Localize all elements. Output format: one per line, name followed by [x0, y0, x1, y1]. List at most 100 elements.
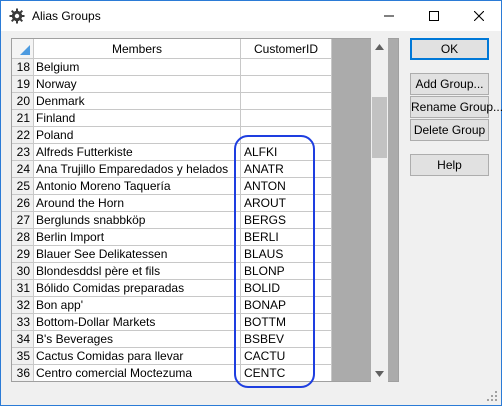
member-cell[interactable]: Alfreds Futterkiste	[34, 144, 241, 161]
table-row[interactable]: 25 Antonio Moreno Taquería ANTON	[12, 178, 332, 195]
table-row[interactable]: 18 Belgium	[12, 59, 332, 76]
scroll-down-button[interactable]	[371, 365, 388, 382]
row-number[interactable]: 26	[12, 195, 34, 212]
table-row[interactable]: 31 Bólido Comidas preparadas BOLID	[12, 280, 332, 297]
table-row[interactable]: 35 Cactus Comidas para llevar CACTU	[12, 348, 332, 365]
grid-rows: 18 Belgium 19 Norway 20 Denmark 21 Finland 22 Pol…	[12, 59, 332, 381]
row-number[interactable]: 22	[12, 127, 34, 144]
row-number[interactable]: 21	[12, 110, 34, 127]
customerid-cell[interactable]: BOLID	[241, 280, 332, 297]
member-cell[interactable]: Berglunds snabbköp	[34, 212, 241, 229]
customerid-cell[interactable]	[241, 93, 332, 110]
row-number[interactable]: 31	[12, 280, 34, 297]
member-cell[interactable]: Ana Trujillo Emparedados y helados	[34, 161, 241, 178]
member-cell[interactable]: Finland	[34, 110, 241, 127]
table-row[interactable]: 34 B's Beverages BSBEV	[12, 331, 332, 348]
table-row[interactable]: 29 Blauer See Delikatessen BLAUS	[12, 246, 332, 263]
row-number[interactable]: 35	[12, 348, 34, 365]
member-cell[interactable]: Blauer See Delikatessen	[34, 246, 241, 263]
member-cell[interactable]: Bottom-Dollar Markets	[34, 314, 241, 331]
table-row[interactable]: 28 Berlin Import BERLI	[12, 229, 332, 246]
member-cell[interactable]: B's Beverages	[34, 331, 241, 348]
table-row[interactable]: 33 Bottom-Dollar Markets BOTTM	[12, 314, 332, 331]
customerid-cell[interactable]: AROUT	[241, 195, 332, 212]
customerid-cell[interactable]: CENTC	[241, 365, 332, 381]
resize-grip-icon[interactable]	[486, 390, 498, 402]
table-row[interactable]: 20 Denmark	[12, 93, 332, 110]
column-header-members[interactable]: Members	[34, 39, 241, 59]
table-row[interactable]: 26 Around the Horn AROUT	[12, 195, 332, 212]
member-cell[interactable]: Blondesddsl père et fils	[34, 263, 241, 280]
delete-group-button[interactable]: Delete Group	[410, 119, 489, 141]
row-number[interactable]: 18	[12, 59, 34, 76]
alias-groups-dialog: Alias Groups Members CustomerID 18 Belgiu…	[0, 0, 502, 406]
add-group-button[interactable]: Add Group...	[410, 73, 489, 95]
customerid-cell[interactable]: ANTON	[241, 178, 332, 195]
customerid-cell[interactable]: BLONP	[241, 263, 332, 280]
row-number[interactable]: 20	[12, 93, 34, 110]
table-row[interactable]: 24 Ana Trujillo Emparedados y helados ANAT…	[12, 161, 332, 178]
table-row[interactable]: 21 Finland	[12, 110, 332, 127]
vertical-scrollbar[interactable]	[371, 38, 388, 382]
maximize-icon	[428, 11, 439, 21]
member-cell[interactable]: Denmark	[34, 93, 241, 110]
table-row[interactable]: 23 Alfreds Futterkiste ALFKI	[12, 144, 332, 161]
row-number[interactable]: 24	[12, 161, 34, 178]
caret-up-icon	[375, 43, 384, 50]
table-row[interactable]: 19 Norway	[12, 76, 332, 93]
row-number[interactable]: 30	[12, 263, 34, 280]
row-number[interactable]: 23	[12, 144, 34, 161]
customerid-cell[interactable]: BLAUS	[241, 246, 332, 263]
member-cell[interactable]: Cactus Comidas para llevar	[34, 348, 241, 365]
customerid-cell[interactable]: BERGS	[241, 212, 332, 229]
customerid-cell[interactable]: CACTU	[241, 348, 332, 365]
customerid-cell[interactable]: ALFKI	[241, 144, 332, 161]
customerid-cell[interactable]	[241, 59, 332, 76]
column-header-customerid[interactable]: CustomerID	[241, 39, 332, 59]
row-number[interactable]: 29	[12, 246, 34, 263]
member-cell[interactable]: Norway	[34, 76, 241, 93]
member-cell[interactable]: Bólido Comidas preparadas	[34, 280, 241, 297]
maximize-button[interactable]	[411, 1, 456, 31]
table-row[interactable]: 27 Berglunds snabbköp BERGS	[12, 212, 332, 229]
table-row[interactable]: 36 Centro comercial Moctezuma CENTC	[12, 365, 332, 381]
row-number[interactable]: 27	[12, 212, 34, 229]
select-all-corner[interactable]	[12, 39, 34, 59]
row-number[interactable]: 19	[12, 76, 34, 93]
member-cell[interactable]: Poland	[34, 127, 241, 144]
member-cell[interactable]: Belgium	[34, 59, 241, 76]
customerid-cell[interactable]: ANATR	[241, 161, 332, 178]
minimize-icon	[383, 15, 394, 17]
customerid-cell[interactable]: BONAP	[241, 297, 332, 314]
table-row[interactable]: 32 Bon app' BONAP	[12, 297, 332, 314]
window-title: Alias Groups	[32, 9, 101, 23]
ok-button[interactable]: OK	[410, 38, 489, 60]
scroll-thumb[interactable]	[372, 97, 387, 158]
customerid-cell[interactable]: BOTTM	[241, 314, 332, 331]
customerid-cell[interactable]: BERLI	[241, 229, 332, 246]
table-row[interactable]: 30 Blondesddsl père et fils BLONP	[12, 263, 332, 280]
member-cell[interactable]: Antonio Moreno Taquería	[34, 178, 241, 195]
minimize-button[interactable]	[366, 1, 411, 31]
row-number[interactable]: 28	[12, 229, 34, 246]
member-cell[interactable]: Bon app'	[34, 297, 241, 314]
row-number[interactable]: 36	[12, 365, 34, 381]
member-cell[interactable]: Berlin Import	[34, 229, 241, 246]
customerid-cell[interactable]	[241, 110, 332, 127]
row-number[interactable]: 34	[12, 331, 34, 348]
customerid-cell[interactable]	[241, 127, 332, 144]
scroll-up-button[interactable]	[371, 38, 388, 55]
row-number[interactable]: 25	[12, 178, 34, 195]
customerid-cell[interactable]: BSBEV	[241, 331, 332, 348]
table-row[interactable]: 22 Poland	[12, 127, 332, 144]
customerid-cell[interactable]	[241, 76, 332, 93]
row-number[interactable]: 32	[12, 297, 34, 314]
close-button[interactable]	[456, 1, 501, 31]
help-button[interactable]: Help	[410, 154, 489, 176]
rename-group-button[interactable]: Rename Group...	[410, 96, 502, 118]
row-number[interactable]: 33	[12, 314, 34, 331]
member-cell[interactable]: Centro comercial Moctezuma	[34, 365, 241, 381]
members-grid[interactable]: Members CustomerID 18 Belgium 19 Norway 20 De…	[11, 38, 399, 382]
member-cell[interactable]: Around the Horn	[34, 195, 241, 212]
title-bar[interactable]: Alias Groups	[1, 1, 501, 31]
